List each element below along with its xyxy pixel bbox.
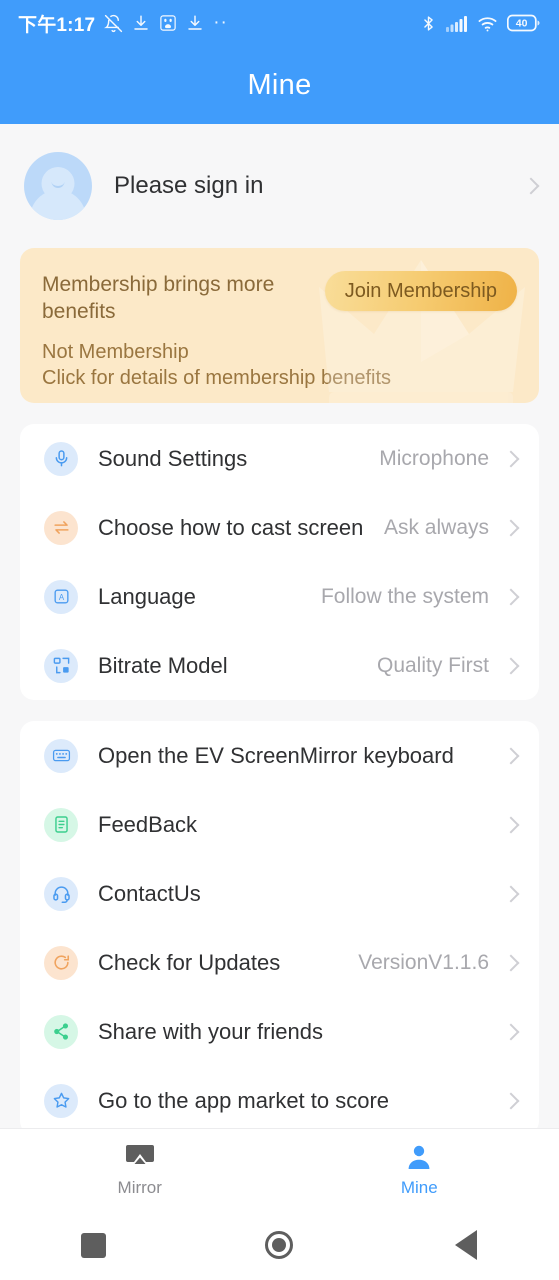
- cast-mirror-icon: [125, 1142, 155, 1172]
- bitrate-grid-icon: [44, 648, 78, 683]
- tab-mirror[interactable]: Mirror: [0, 1129, 280, 1210]
- row-value: VersionV1.1.6: [358, 950, 489, 974]
- person-icon: [405, 1142, 433, 1172]
- row-label: Share with your friends: [98, 1018, 323, 1044]
- row-label: ContactUs: [98, 880, 201, 906]
- row-label: FeedBack: [98, 811, 198, 837]
- scroll-content[interactable]: Please sign in Membership brings more be…: [0, 124, 559, 1128]
- document-icon: [44, 807, 78, 842]
- language-letter-a-icon: A: [44, 579, 78, 614]
- page-title: Mine: [247, 68, 312, 101]
- row-cast-screen[interactable]: Choose how to cast screen Ask always: [20, 493, 539, 562]
- bottom-tab-bar: Mirror Mine: [0, 1128, 559, 1210]
- baidu-app-icon: [159, 14, 177, 32]
- microphone-icon: [44, 441, 78, 476]
- actions-card: Open the EV ScreenMirror keyboard FeedBa…: [20, 721, 539, 1128]
- back-triangle-icon[interactable]: [373, 1230, 559, 1260]
- status-bar-left: 下午1:17 ··: [18, 10, 420, 37]
- membership-banner[interactable]: Membership brings more benefits Not Memb…: [20, 248, 539, 403]
- headset-icon: [44, 876, 78, 911]
- wifi-icon: [477, 15, 498, 32]
- chevron-right-icon: [502, 450, 520, 467]
- row-label: Sound Settings: [98, 445, 248, 471]
- row-language[interactable]: A Language Follow the system: [20, 562, 539, 631]
- row-contact-us[interactable]: ContactUs: [20, 859, 539, 928]
- row-sound-settings[interactable]: Sound Settings Microphone: [20, 424, 539, 493]
- row-label: Bitrate Model: [98, 652, 228, 678]
- swap-arrows-icon: [44, 510, 78, 545]
- avatar: [24, 152, 92, 220]
- membership-details: Click for details of membership benefits: [42, 367, 392, 390]
- download-icon: [186, 14, 204, 32]
- status-time: 下午1:17: [18, 14, 96, 36]
- svg-text:A: A: [58, 593, 64, 602]
- chevron-right-icon: [502, 885, 520, 902]
- app-header: Mine: [0, 46, 559, 124]
- row-check-updates[interactable]: Check for Updates VersionV1.1.6: [20, 928, 539, 997]
- row-label: Check for Updates: [98, 949, 281, 975]
- row-bitrate-model[interactable]: Bitrate Model Quality First: [20, 631, 539, 700]
- chevron-right-icon: [502, 588, 520, 605]
- row-share-friends[interactable]: Share with your friends: [20, 997, 539, 1066]
- refresh-icon: [44, 945, 78, 980]
- row-value: Quality First: [376, 653, 489, 677]
- sign-in-row[interactable]: Please sign in: [0, 124, 559, 248]
- tab-mine[interactable]: Mine: [280, 1129, 559, 1210]
- chevron-right-icon: [522, 177, 540, 195]
- bell-off-icon: [104, 14, 123, 33]
- chevron-right-icon: [502, 954, 520, 971]
- chevron-right-icon: [502, 816, 520, 833]
- membership-title: Membership brings more benefits: [42, 273, 275, 323]
- chevron-right-icon: [502, 1023, 520, 1040]
- bluetooth-icon: [420, 14, 437, 33]
- membership-status: Not Membership: [42, 340, 189, 363]
- download-icon: [132, 14, 150, 32]
- row-feedback[interactable]: FeedBack: [20, 790, 539, 859]
- row-label: Language: [98, 583, 196, 609]
- recents-square-icon[interactable]: [0, 1232, 186, 1258]
- row-label: Choose how to cast screen: [98, 514, 364, 540]
- status-bar-right: 40: [420, 14, 541, 33]
- sign-in-label: Please sign in: [114, 172, 264, 199]
- row-label: Go to the app market to score: [98, 1087, 390, 1113]
- status-more-dots: ··: [213, 12, 228, 33]
- chevron-right-icon: [502, 657, 520, 674]
- row-value: Follow the system: [320, 584, 489, 608]
- join-membership-button[interactable]: Join Membership: [324, 271, 517, 311]
- row-value: Ask always: [383, 515, 489, 539]
- settings-card: Sound Settings Microphone Choose how to …: [20, 424, 539, 700]
- tab-label: Mine: [400, 1177, 438, 1197]
- share-nodes-icon: [44, 1014, 78, 1049]
- row-value: Microphone: [379, 446, 489, 470]
- keyboard-icon: [44, 738, 78, 773]
- status-bar: 下午1:17 ·· 40: [0, 0, 559, 46]
- row-label: Open the EV ScreenMirror keyboard: [98, 742, 454, 768]
- chevron-right-icon: [502, 519, 520, 536]
- row-app-market-score[interactable]: Go to the app market to score: [20, 1066, 539, 1128]
- chevron-right-icon: [502, 1092, 520, 1109]
- android-nav-bar: [0, 1210, 559, 1280]
- row-open-keyboard[interactable]: Open the EV ScreenMirror keyboard: [20, 721, 539, 790]
- star-icon: [44, 1083, 78, 1118]
- cellular-signal-icon: [446, 15, 468, 32]
- tab-label: Mirror: [117, 1177, 162, 1197]
- home-circle-icon[interactable]: [186, 1231, 372, 1259]
- chevron-right-icon: [502, 747, 520, 764]
- battery-icon: 40: [507, 14, 541, 32]
- svg-text:40: 40: [516, 18, 528, 30]
